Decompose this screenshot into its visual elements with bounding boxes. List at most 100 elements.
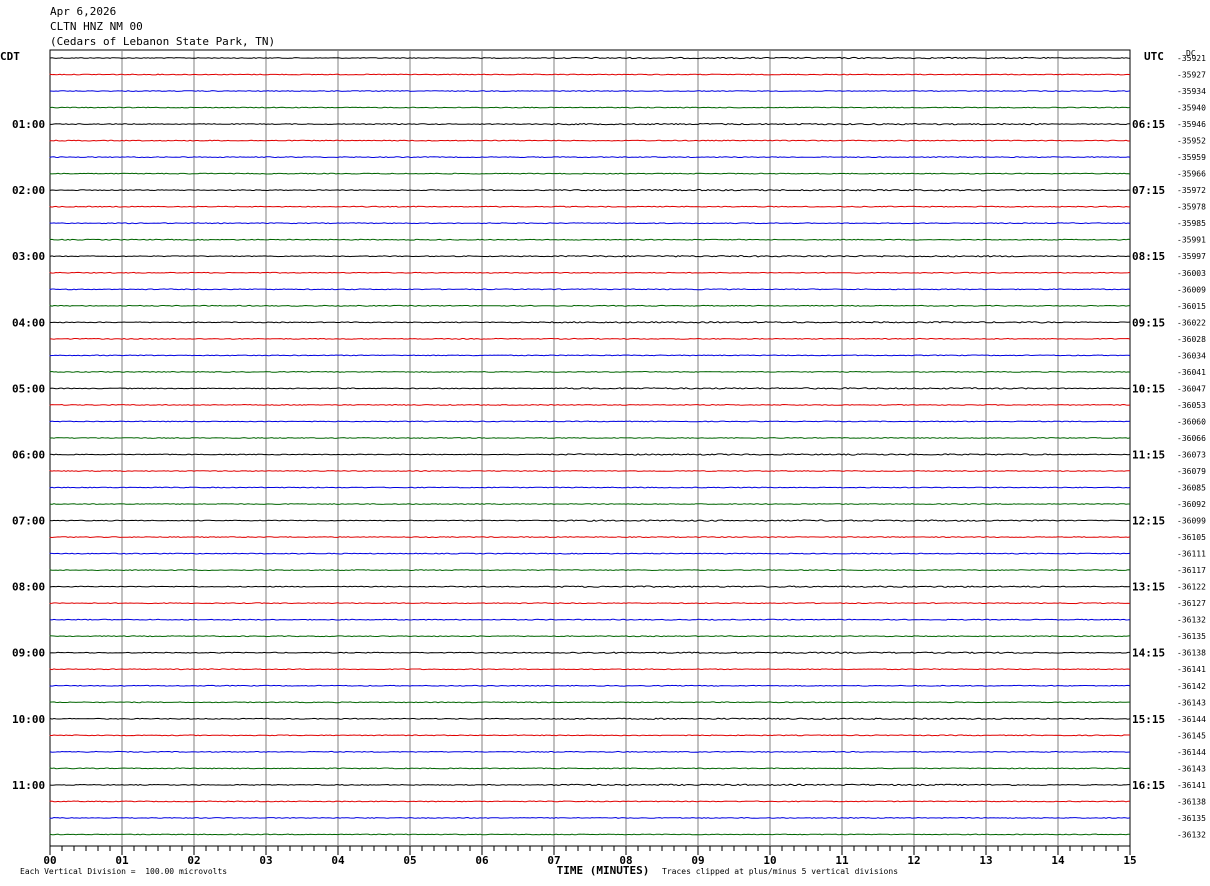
x-tick-label: 00 (43, 854, 56, 867)
x-tick-label: 12 (907, 854, 920, 867)
seismic-trace (49, 569, 1131, 572)
right-hour-label: 13:15 (1132, 581, 1165, 594)
left-hour-label: 01:00 (12, 118, 45, 131)
left-hour-label: 08:00 (12, 581, 45, 594)
right-hour-label: 11:15 (1132, 448, 1165, 461)
seismic-trace (49, 73, 1131, 76)
seismic-trace (49, 816, 1131, 819)
seismic-trace (49, 618, 1131, 621)
left-hour-label: 05:00 (12, 382, 45, 395)
right-hour-label: 15:15 (1132, 713, 1165, 726)
x-tick-label: 15 (1123, 854, 1136, 867)
dc-offset-label: -36142 (1177, 682, 1206, 691)
seismic-trace (49, 387, 1131, 390)
seismic-trace (49, 156, 1131, 159)
seismic-trace (49, 783, 1130, 787)
x-tick-label: 01 (115, 854, 129, 867)
left-hour-label: 03:00 (12, 250, 45, 263)
dc-offset-label: -35966 (1177, 170, 1206, 179)
left-hour-label: 02:00 (12, 184, 45, 197)
seismic-trace (49, 56, 1131, 60)
right-hour-label: 12:15 (1132, 515, 1165, 528)
dc-offset-label: -35946 (1177, 120, 1206, 129)
dc-offset-label: -35985 (1177, 219, 1206, 228)
seismic-trace (49, 470, 1131, 472)
left-hour-label: 10:00 (12, 713, 45, 726)
seismic-trace (49, 536, 1131, 539)
seismic-trace (49, 106, 1131, 109)
right-hour-label: 07:15 (1132, 184, 1165, 197)
dc-offset-label: -36145 (1177, 731, 1206, 740)
seismic-trace (49, 205, 1130, 208)
right-hour-label: 16:15 (1132, 779, 1165, 792)
left-hour-label: 06:00 (12, 448, 45, 461)
dc-offset-label: -36105 (1177, 533, 1206, 542)
dc-offset-label: -36060 (1177, 417, 1206, 426)
dc-offset-label: -36047 (1177, 384, 1206, 393)
dc-offset-label: -36092 (1177, 500, 1206, 509)
x-tick-label: 02 (187, 854, 200, 867)
right-hour-label: 10:15 (1132, 382, 1165, 395)
seismic-trace (49, 585, 1131, 588)
plot-frame (49, 49, 1131, 847)
seismic-trace (49, 602, 1131, 605)
seismic-trace (49, 437, 1131, 439)
dc-offset-label: -36138 (1177, 649, 1206, 658)
seismic-trace (49, 90, 1131, 92)
seismic-trace (49, 767, 1131, 770)
dc-offset-label: -36015 (1177, 302, 1206, 311)
dc-offset-label: -35927 (1177, 71, 1206, 80)
right-hour-label: 14:15 (1132, 647, 1165, 660)
dc-offset-label: -36079 (1177, 467, 1206, 476)
seismic-trace (49, 453, 1131, 456)
seismic-trace (49, 750, 1131, 753)
seismic-trace (49, 255, 1131, 258)
footer-right-note: Traces clipped at plus/minus 5 vertical … (662, 867, 899, 876)
dc-offset-label: -36009 (1177, 285, 1206, 294)
dc-offset-label: -36144 (1177, 715, 1206, 724)
dc-offset-label: -36066 (1177, 434, 1206, 443)
seismic-trace (49, 503, 1130, 505)
dc-offset-label: -36053 (1177, 401, 1206, 410)
seismic-trace (49, 519, 1131, 522)
seismic-trace (49, 403, 1131, 406)
seismic-trace (49, 271, 1131, 274)
dc-offset-label: -35934 (1177, 87, 1206, 96)
left-hour-label: 11:00 (12, 779, 45, 792)
dc-offset-label: -35959 (1177, 153, 1206, 162)
dc-offset-label: -35991 (1177, 236, 1206, 245)
dc-offset-label: -36143 (1177, 698, 1206, 707)
dc-offset-label: -35997 (1177, 252, 1206, 261)
seismic-trace (49, 651, 1130, 654)
x-tick-label: 14 (1051, 854, 1065, 867)
x-tick-label: 10 (763, 854, 776, 867)
footer-left-note: Each Vertical Division = 100.00 microvol… (20, 867, 228, 876)
dc-offset-label: -36028 (1177, 335, 1206, 344)
left-hour-label: 07:00 (12, 515, 45, 528)
dc-offset-label: -36135 (1177, 814, 1206, 823)
seismic-trace (49, 370, 1131, 373)
seismic-trace (49, 238, 1131, 241)
left-hour-label: 04:00 (12, 316, 45, 329)
seismic-trace (49, 222, 1131, 225)
dc-offset-label: -35978 (1177, 203, 1206, 212)
dc-offset-label: -36135 (1177, 632, 1206, 641)
dc-offset-label: -35921 (1177, 54, 1206, 63)
seismic-trace (49, 420, 1131, 423)
seismic-trace (49, 717, 1131, 720)
dc-offset-label: -36138 (1177, 797, 1206, 806)
left-hour-label: 09:00 (12, 647, 45, 660)
dc-offset-label: -36143 (1177, 764, 1206, 773)
x-tick-label: 11 (835, 854, 849, 867)
right-hour-label: 06:15 (1132, 118, 1165, 131)
seismic-trace (49, 833, 1130, 836)
x-tick-label: 13 (979, 854, 992, 867)
dc-offset-label: -36003 (1177, 269, 1206, 278)
dc-offset-label: -36132 (1177, 616, 1206, 625)
seismic-trace (49, 668, 1131, 671)
dc-offset-label: -36041 (1177, 368, 1206, 377)
dc-offset-label: -36022 (1177, 318, 1206, 327)
x-tick-label: 03 (259, 854, 272, 867)
seismic-trace (49, 354, 1131, 357)
seismic-trace (49, 684, 1131, 687)
